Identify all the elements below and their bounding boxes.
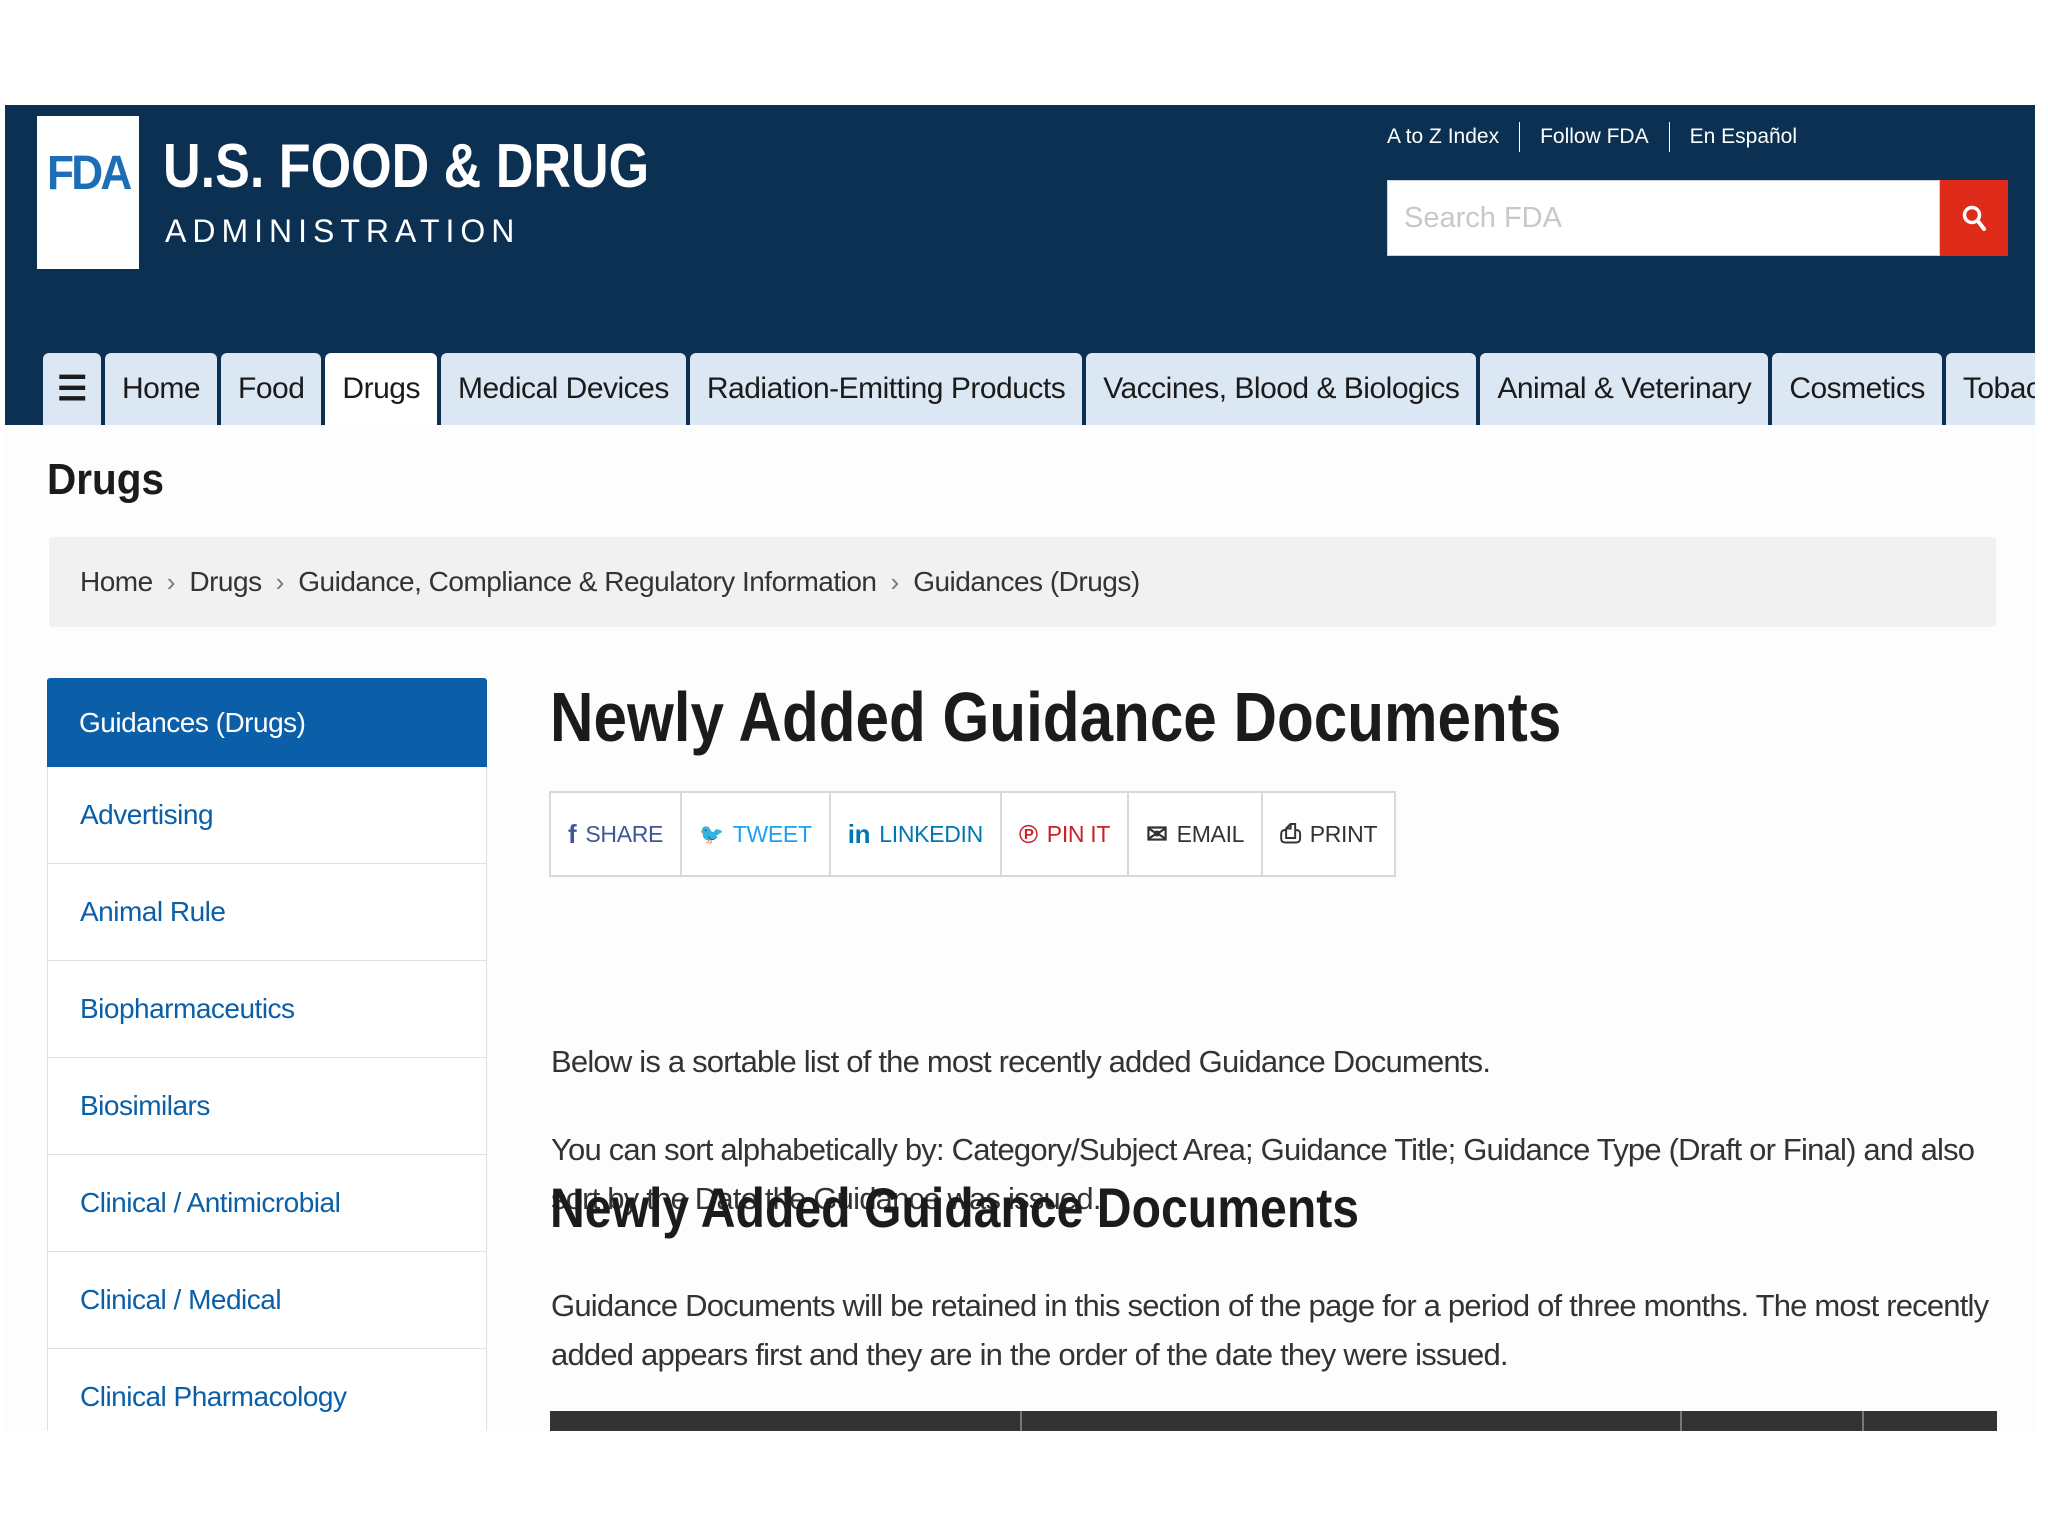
fda-logo-mark: FDA — [47, 147, 132, 200]
site-header: FDA U.S. FOOD & DRUG ADMINISTRATION A to… — [5, 105, 2035, 425]
main-nav: ☰ Home Food Drugs Medical Devices Radiat… — [43, 353, 2035, 425]
retention-paragraph: Guidance Documents will be retained in t… — [551, 1288, 1989, 1372]
email-label: EMAIL — [1176, 820, 1245, 847]
share-print-button[interactable]: ⎙ PRINT — [1261, 793, 1394, 875]
sidebar-item-clinical-medical[interactable]: Clinical / Medical — [47, 1252, 487, 1349]
sidebar-item-advertising[interactable]: Advertising — [47, 767, 487, 864]
nav-tab-animal-veterinary[interactable]: Animal & Veterinary — [1480, 353, 1769, 425]
fda-logo[interactable]: FDA — [37, 116, 139, 269]
breadcrumb-separator-icon: › — [890, 566, 900, 597]
pinterest-icon: ℗ — [1018, 818, 1038, 849]
page-title: Newly Added Guidance Documents — [550, 678, 1562, 756]
print-icon: ⎙ — [1280, 818, 1301, 848]
share-bar: f SHARE 🐦 TWEET in LINKEDIN ℗ PIN IT ✉ E… — [549, 791, 1397, 877]
facebook-icon: f — [568, 818, 577, 849]
en-espanol-link[interactable]: En Español — [1668, 122, 1817, 152]
nav-tab-tobacco-products[interactable]: Tobacco Products — [1945, 353, 2035, 425]
tweet-label: TWEET — [732, 820, 812, 847]
sidebar-item-animal-rule[interactable]: Animal Rule — [47, 864, 487, 961]
search-button[interactable] — [1940, 180, 2008, 256]
linkedin-label: LINKEDIN — [879, 820, 983, 847]
print-label: PRINT — [1309, 820, 1378, 847]
share-email-button[interactable]: ✉ EMAIL — [1127, 793, 1261, 875]
nav-tab-vaccines-blood-biologics[interactable]: Vaccines, Blood & Biologics — [1086, 353, 1477, 425]
guidance-table-header — [550, 1411, 1997, 1431]
search-input[interactable] — [1387, 180, 1940, 256]
sidebar-nav: Guidances (Drugs) Advertising Animal Rul… — [47, 678, 487, 1431]
linkedin-icon: in — [847, 818, 871, 849]
share-twitter-button[interactable]: 🐦 TWEET — [680, 793, 829, 875]
share-label: SHARE — [585, 820, 664, 847]
share-linkedin-button[interactable]: in LINKEDIN — [828, 793, 1000, 875]
table-column-header[interactable] — [550, 1411, 1022, 1431]
sidebar-item-biopharmaceutics[interactable]: Biopharmaceutics — [47, 961, 487, 1058]
nav-tab-drugs[interactable]: Drugs — [325, 353, 437, 425]
nav-tab-cosmetics[interactable]: Cosmetics — [1772, 353, 1942, 425]
breadcrumb-separator-icon: › — [275, 566, 285, 597]
menu-button[interactable]: ☰ — [43, 353, 101, 425]
search-icon — [1962, 205, 1986, 231]
sidebar-heading[interactable]: Guidances (Drugs) — [47, 678, 487, 767]
sidebar-item-clinical-pharmacology[interactable]: Clinical Pharmacology — [47, 1349, 487, 1431]
hamburger-icon: ☰ — [57, 370, 87, 408]
breadcrumb-current: Guidances (Drugs) — [913, 566, 1140, 597]
table-column-header[interactable] — [1864, 1411, 1997, 1431]
twitter-icon: 🐦 — [699, 823, 724, 846]
table-column-header[interactable] — [1022, 1411, 1682, 1431]
section-subtitle: Newly Added Guidance Documents — [550, 1176, 1360, 1239]
section-title: Drugs — [47, 455, 164, 504]
browser-page: FDA U.S. FOOD & DRUG ADMINISTRATION A to… — [5, 105, 2035, 1431]
email-icon: ✉ — [1146, 818, 1168, 849]
site-title[interactable]: U.S. FOOD & DRUG — [163, 131, 649, 202]
breadcrumb: Home › Drugs › Guidance, Compliance & Re… — [49, 537, 1996, 627]
utility-links: A to Z Index Follow FDA En Español — [1387, 122, 1817, 152]
pin-it-label: PIN IT — [1046, 820, 1111, 847]
sidebar-item-clinical-antimicrobial[interactable]: Clinical / Antimicrobial — [47, 1155, 487, 1252]
breadcrumb-guidance-compliance[interactable]: Guidance, Compliance & Regulatory Inform… — [298, 566, 877, 598]
nav-tab-medical-devices[interactable]: Medical Devices — [440, 353, 686, 425]
breadcrumb-home[interactable]: Home — [80, 566, 153, 598]
nav-tab-radiation-emitting-products[interactable]: Radiation-Emitting Products — [689, 353, 1083, 425]
a-to-z-index-link[interactable]: A to Z Index — [1387, 122, 1519, 152]
share-facebook-button[interactable]: f SHARE — [551, 793, 680, 875]
follow-fda-link[interactable]: Follow FDA — [1519, 122, 1669, 152]
breadcrumb-drugs[interactable]: Drugs — [189, 566, 262, 598]
nav-tab-food[interactable]: Food — [221, 353, 322, 425]
intro-paragraph: Below is a sortable list of the most rec… — [551, 1044, 1491, 1079]
share-pinterest-button[interactable]: ℗ PIN IT — [999, 793, 1127, 875]
site-subtitle: ADMINISTRATION — [165, 213, 521, 249]
breadcrumb-separator-icon: › — [166, 566, 176, 597]
sidebar-item-biosimilars[interactable]: Biosimilars — [47, 1058, 487, 1155]
nav-tab-home[interactable]: Home — [105, 353, 218, 425]
table-column-header[interactable] — [1682, 1411, 1864, 1431]
